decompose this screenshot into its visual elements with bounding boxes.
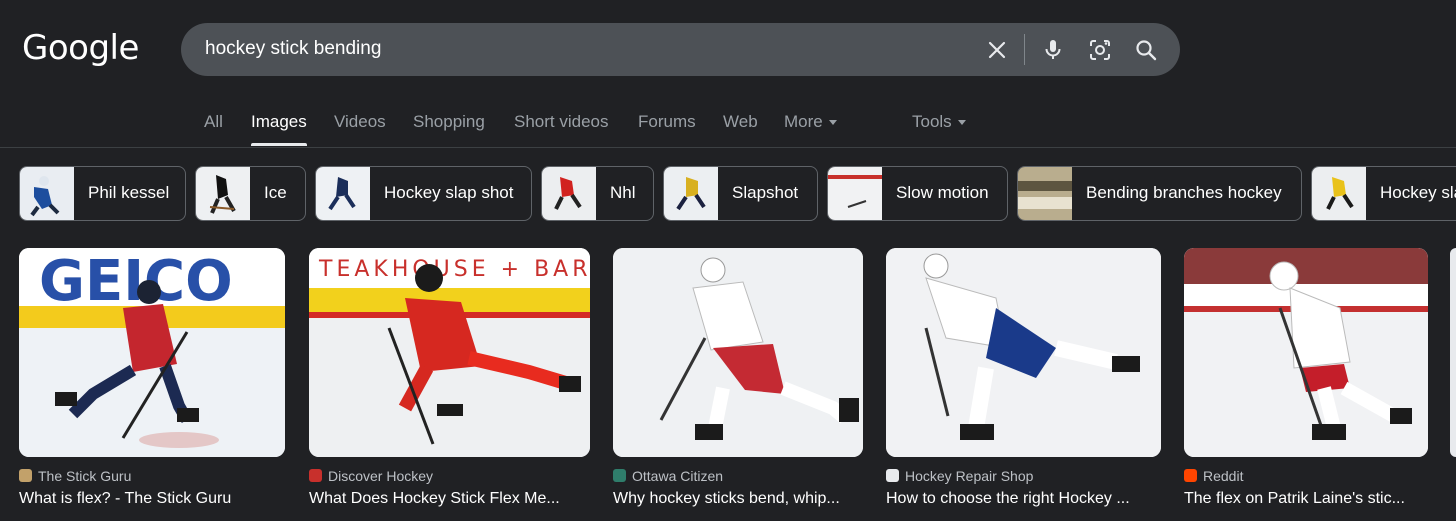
result-image[interactable]: TEAKHOUSE + BAR — [309, 248, 590, 457]
svg-text:GEICO: GEICO — [39, 249, 233, 314]
source-name: Hockey Repair Shop — [905, 468, 1034, 484]
source-name: Discover Hockey — [328, 468, 434, 484]
source-name: Reddit — [1203, 468, 1244, 484]
chip-thumbnail — [316, 167, 370, 220]
chip-thumbnail — [196, 167, 250, 220]
result-source[interactable]: Hockey Repair Shop — [886, 468, 1033, 484]
microphone-icon[interactable] — [1040, 37, 1066, 63]
chip-thumbnail — [1018, 167, 1072, 220]
site-favicon — [1184, 469, 1197, 482]
search-bar[interactable]: hockey stick bending — [181, 23, 1180, 76]
result-image[interactable] — [1184, 248, 1428, 457]
tab-shopping[interactable]: Shopping — [413, 112, 485, 132]
site-favicon — [309, 469, 322, 482]
result-image[interactable]: GEICO — [19, 248, 285, 457]
search-tabs: All Images Videos Shopping Short videos … — [0, 112, 1456, 146]
tab-web[interactable]: Web — [723, 112, 758, 132]
source-name: The Stick Guru — [38, 468, 132, 484]
site-favicon — [613, 469, 626, 482]
chip-bending-branches-hockey[interactable]: Bending branches hockey — [1017, 166, 1302, 221]
chip-thumbnail — [20, 167, 74, 220]
tools-button[interactable]: Tools — [912, 112, 966, 132]
tools-label: Tools — [912, 112, 952, 131]
chip-hockey-slap-shot[interactable]: Hockey slap shot — [315, 166, 532, 221]
chip-slow-motion[interactable]: Slow motion — [827, 166, 1008, 221]
result-title[interactable]: What is flex? - The Stick Guru — [19, 490, 231, 508]
result-source[interactable]: Discover Hockey — [309, 468, 433, 484]
result-image[interactable] — [886, 248, 1161, 457]
tab-images[interactable]: Images — [251, 112, 307, 132]
chip-thumbnail — [542, 167, 596, 220]
chip-label: Phil kessel — [88, 183, 170, 202]
tab-forums[interactable]: Forums — [638, 112, 696, 132]
tab-more-label: More — [784, 112, 823, 131]
result-source[interactable]: Ottawa Citizen — [613, 468, 723, 484]
chip-thumbnail — [664, 167, 718, 220]
search-divider — [1024, 34, 1025, 65]
result-title[interactable]: Why hockey sticks bend, whip... — [613, 490, 840, 508]
chip-phil-kessel[interactable]: Phil kessel — [19, 166, 186, 221]
chip-nhl[interactable]: Nhl — [541, 166, 654, 221]
chip-label: Hockey slap shot — [384, 183, 514, 202]
search-icon[interactable] — [1133, 37, 1159, 63]
chip-label: Slapshot — [732, 183, 799, 202]
result-title[interactable]: What Does Hockey Stick Flex Me... — [309, 490, 560, 508]
lens-icon[interactable] — [1087, 37, 1113, 63]
result-source[interactable]: The Stick Guru — [19, 468, 131, 484]
chip-slapshot[interactable]: Slapshot — [663, 166, 818, 221]
result-title[interactable]: The flex on Patrik Laine's stic... — [1184, 490, 1405, 508]
chip-thumbnail — [1312, 167, 1366, 220]
tab-short-videos[interactable]: Short videos — [514, 112, 609, 132]
active-tab-indicator — [251, 143, 307, 146]
chip-thumbnail — [828, 167, 882, 220]
chip-label: Slow motion — [896, 183, 989, 202]
result-image-partial[interactable] — [1450, 248, 1456, 457]
site-favicon — [886, 469, 899, 482]
chevron-down-icon — [828, 120, 837, 126]
tabs-divider — [0, 147, 1456, 148]
source-name: Ottawa Citizen — [632, 468, 724, 484]
chip-ice[interactable]: Ice — [195, 166, 306, 221]
result-image[interactable] — [613, 248, 863, 457]
chevron-down-icon — [957, 120, 966, 126]
chip-label: Hockey sla — [1380, 183, 1456, 202]
result-title[interactable]: How to choose the right Hockey ... — [886, 490, 1130, 508]
site-favicon — [19, 469, 32, 482]
google-logo[interactable]: Google — [22, 28, 139, 68]
svg-text:TEAKHOUSE + BAR: TEAKHOUSE + BAR — [318, 257, 590, 282]
chip-label: Bending branches hockey — [1086, 183, 1282, 202]
chip-label: Ice — [264, 183, 287, 202]
search-input[interactable]: hockey stick bending — [205, 38, 381, 60]
chip-hockey-slap[interactable]: Hockey sla — [1311, 166, 1456, 221]
tab-all[interactable]: All — [204, 112, 223, 132]
clear-icon[interactable] — [984, 37, 1010, 63]
result-source[interactable]: Reddit — [1184, 468, 1243, 484]
chip-label: Nhl — [610, 183, 636, 202]
tab-more[interactable]: More — [784, 112, 837, 132]
tab-videos[interactable]: Videos — [334, 112, 386, 132]
